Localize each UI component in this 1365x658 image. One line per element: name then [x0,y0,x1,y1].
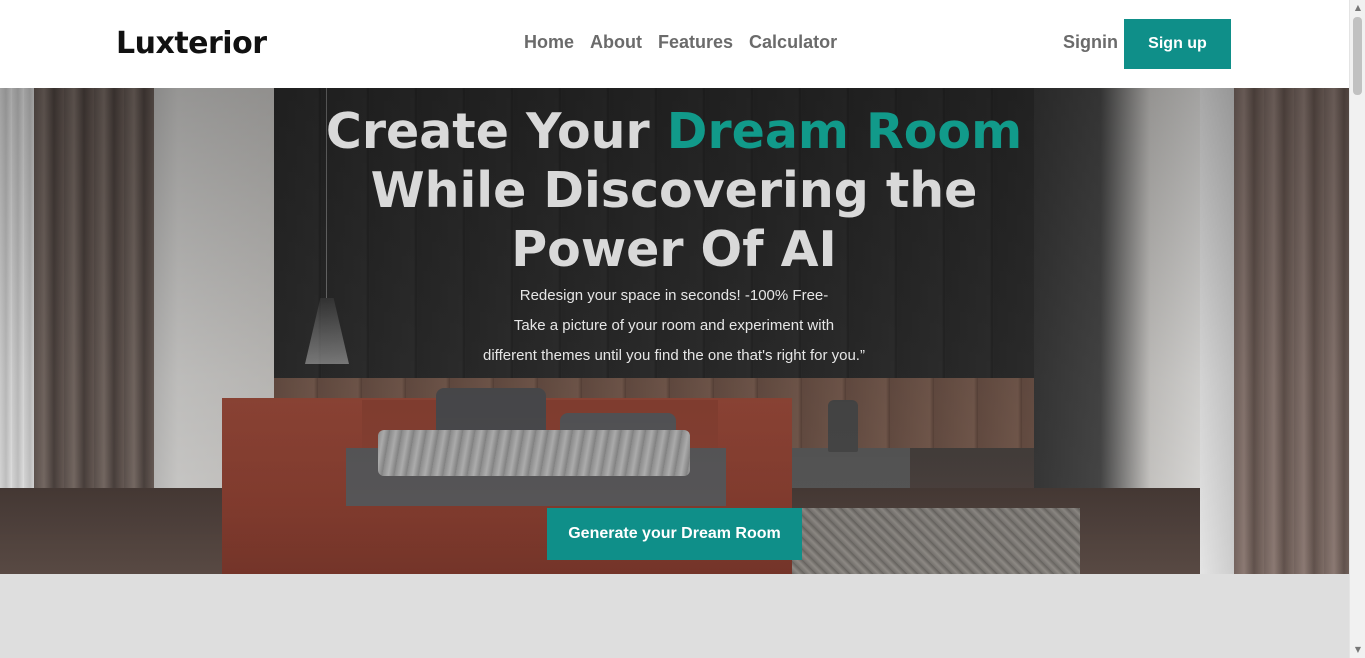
nav-link-features[interactable]: Features [658,32,733,53]
page-scrollbar[interactable]: ▲ ▼ [1349,0,1365,658]
signin-link[interactable]: Signin [1063,32,1118,53]
hero-subtitle-line: Redesign your space in seconds! -100% Fr… [519,287,829,304]
hero-section: Create Your Dream Room While Discovering … [0,88,1349,574]
navbar: Luxterior Home About Features Calculator… [0,0,1349,88]
hero-title-part2: While Discovering the Power Of AI [370,162,978,278]
hero-title-part1: Create Your [325,103,667,160]
hero-subtitle-line: Take a picture of your room and experime… [513,317,835,334]
logo[interactable]: Luxterior [116,26,267,61]
hero-subtitle: Redesign your space in seconds! -100% Fr… [424,281,924,371]
generate-dream-room-button[interactable]: Generate your Dream Room [547,508,802,560]
nav-link-home[interactable]: Home [524,32,574,53]
hero-title: Create Your Dream Room While Discovering … [324,102,1024,279]
signup-button[interactable]: Sign up [1124,19,1231,69]
scroll-thumb[interactable] [1353,17,1362,95]
hero-subtitle-line: different themes until you find the one … [483,347,865,364]
scroll-up-icon[interactable]: ▲ [1353,3,1363,13]
nav-links: Home About Features Calculator [524,32,837,53]
nav-link-calculator[interactable]: Calculator [749,32,837,53]
hero-title-accent: Dream Room [666,103,1023,160]
nav-link-about[interactable]: About [590,32,642,53]
scroll-down-icon[interactable]: ▼ [1353,645,1363,655]
